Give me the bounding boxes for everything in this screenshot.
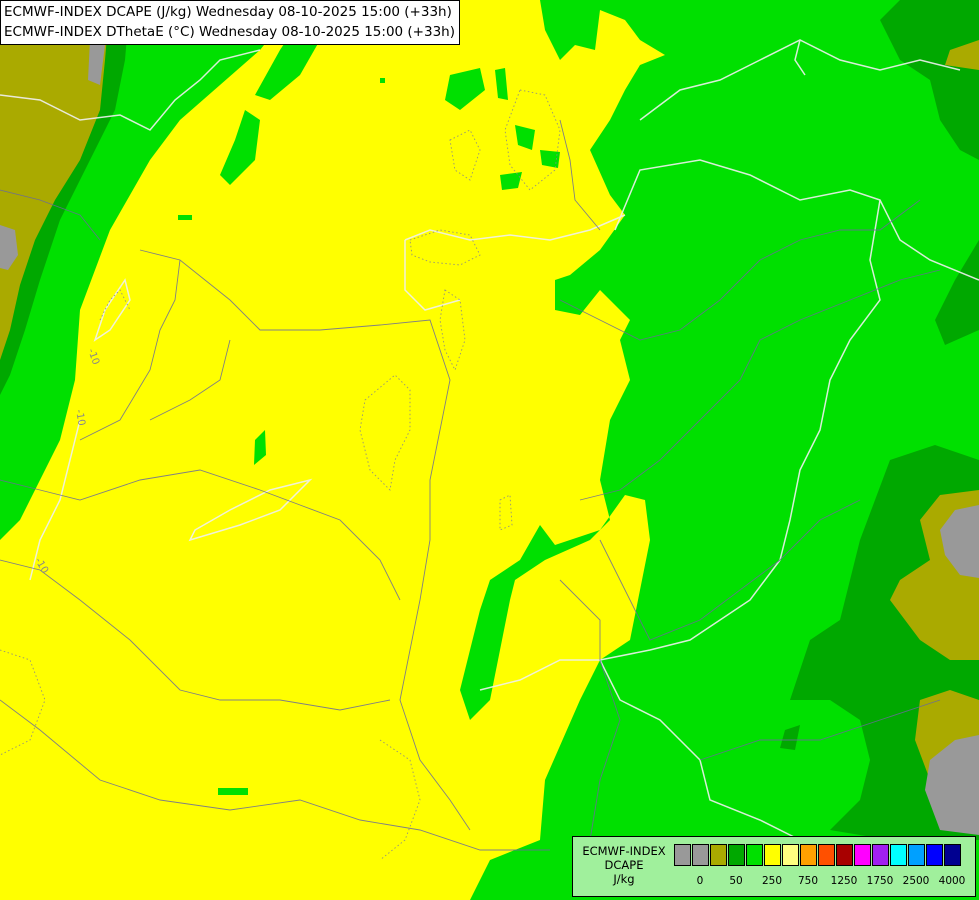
title-line-dthetae: ECMWF-INDEX DThetaE (°C) Wednesday 08-10… <box>4 24 455 40</box>
title-line-dcape: ECMWF-INDEX DCAPE (J/kg) Wednesday 08-10… <box>4 4 452 20</box>
legend-swatch <box>854 844 871 866</box>
green-cell <box>218 788 248 795</box>
legend-tick-label: 250 <box>761 875 783 887</box>
legend-swatch <box>674 844 691 866</box>
green-cell <box>178 215 192 220</box>
legend-swatch <box>728 844 745 866</box>
legend-title-line: DCAPE <box>604 858 644 872</box>
legend-swatch <box>908 844 925 866</box>
legend-swatch <box>944 844 961 866</box>
legend-tick-label: 4000 <box>938 875 966 887</box>
legend-swatch <box>764 844 781 866</box>
legend-tick-label: 1750 <box>866 875 894 887</box>
legend-swatches <box>674 844 962 866</box>
legend-swatch <box>872 844 889 866</box>
legend-swatch <box>782 844 799 866</box>
legend-tick-label: 2500 <box>902 875 930 887</box>
legend-swatch <box>710 844 727 866</box>
green-cell <box>380 78 385 83</box>
legend-tick-label: 1250 <box>830 875 858 887</box>
map-title-box: ECMWF-INDEX DCAPE (J/kg) Wednesday 08-10… <box>0 0 460 45</box>
legend-title-line: ECMWF-INDEX <box>582 844 666 858</box>
legend-tick-label: 0 <box>696 875 704 887</box>
legend-swatch <box>890 844 907 866</box>
legend-swatch <box>926 844 943 866</box>
legend-swatch <box>746 844 763 866</box>
legend-tick-label: 50 <box>729 875 743 887</box>
legend-ticks: 0 50 250 750 1250 1750 2500 4000 <box>573 874 975 888</box>
dcape-map: -10 -10 -10 <box>0 0 979 900</box>
legend-swatch <box>800 844 817 866</box>
legend-swatch <box>818 844 835 866</box>
color-legend: ECMWF-INDEX DCAPE J/kg 0 50 250 750 1250 1750… <box>572 836 976 897</box>
legend-swatch <box>692 844 709 866</box>
legend-tick-label: 750 <box>797 875 819 887</box>
legend-swatch <box>836 844 853 866</box>
